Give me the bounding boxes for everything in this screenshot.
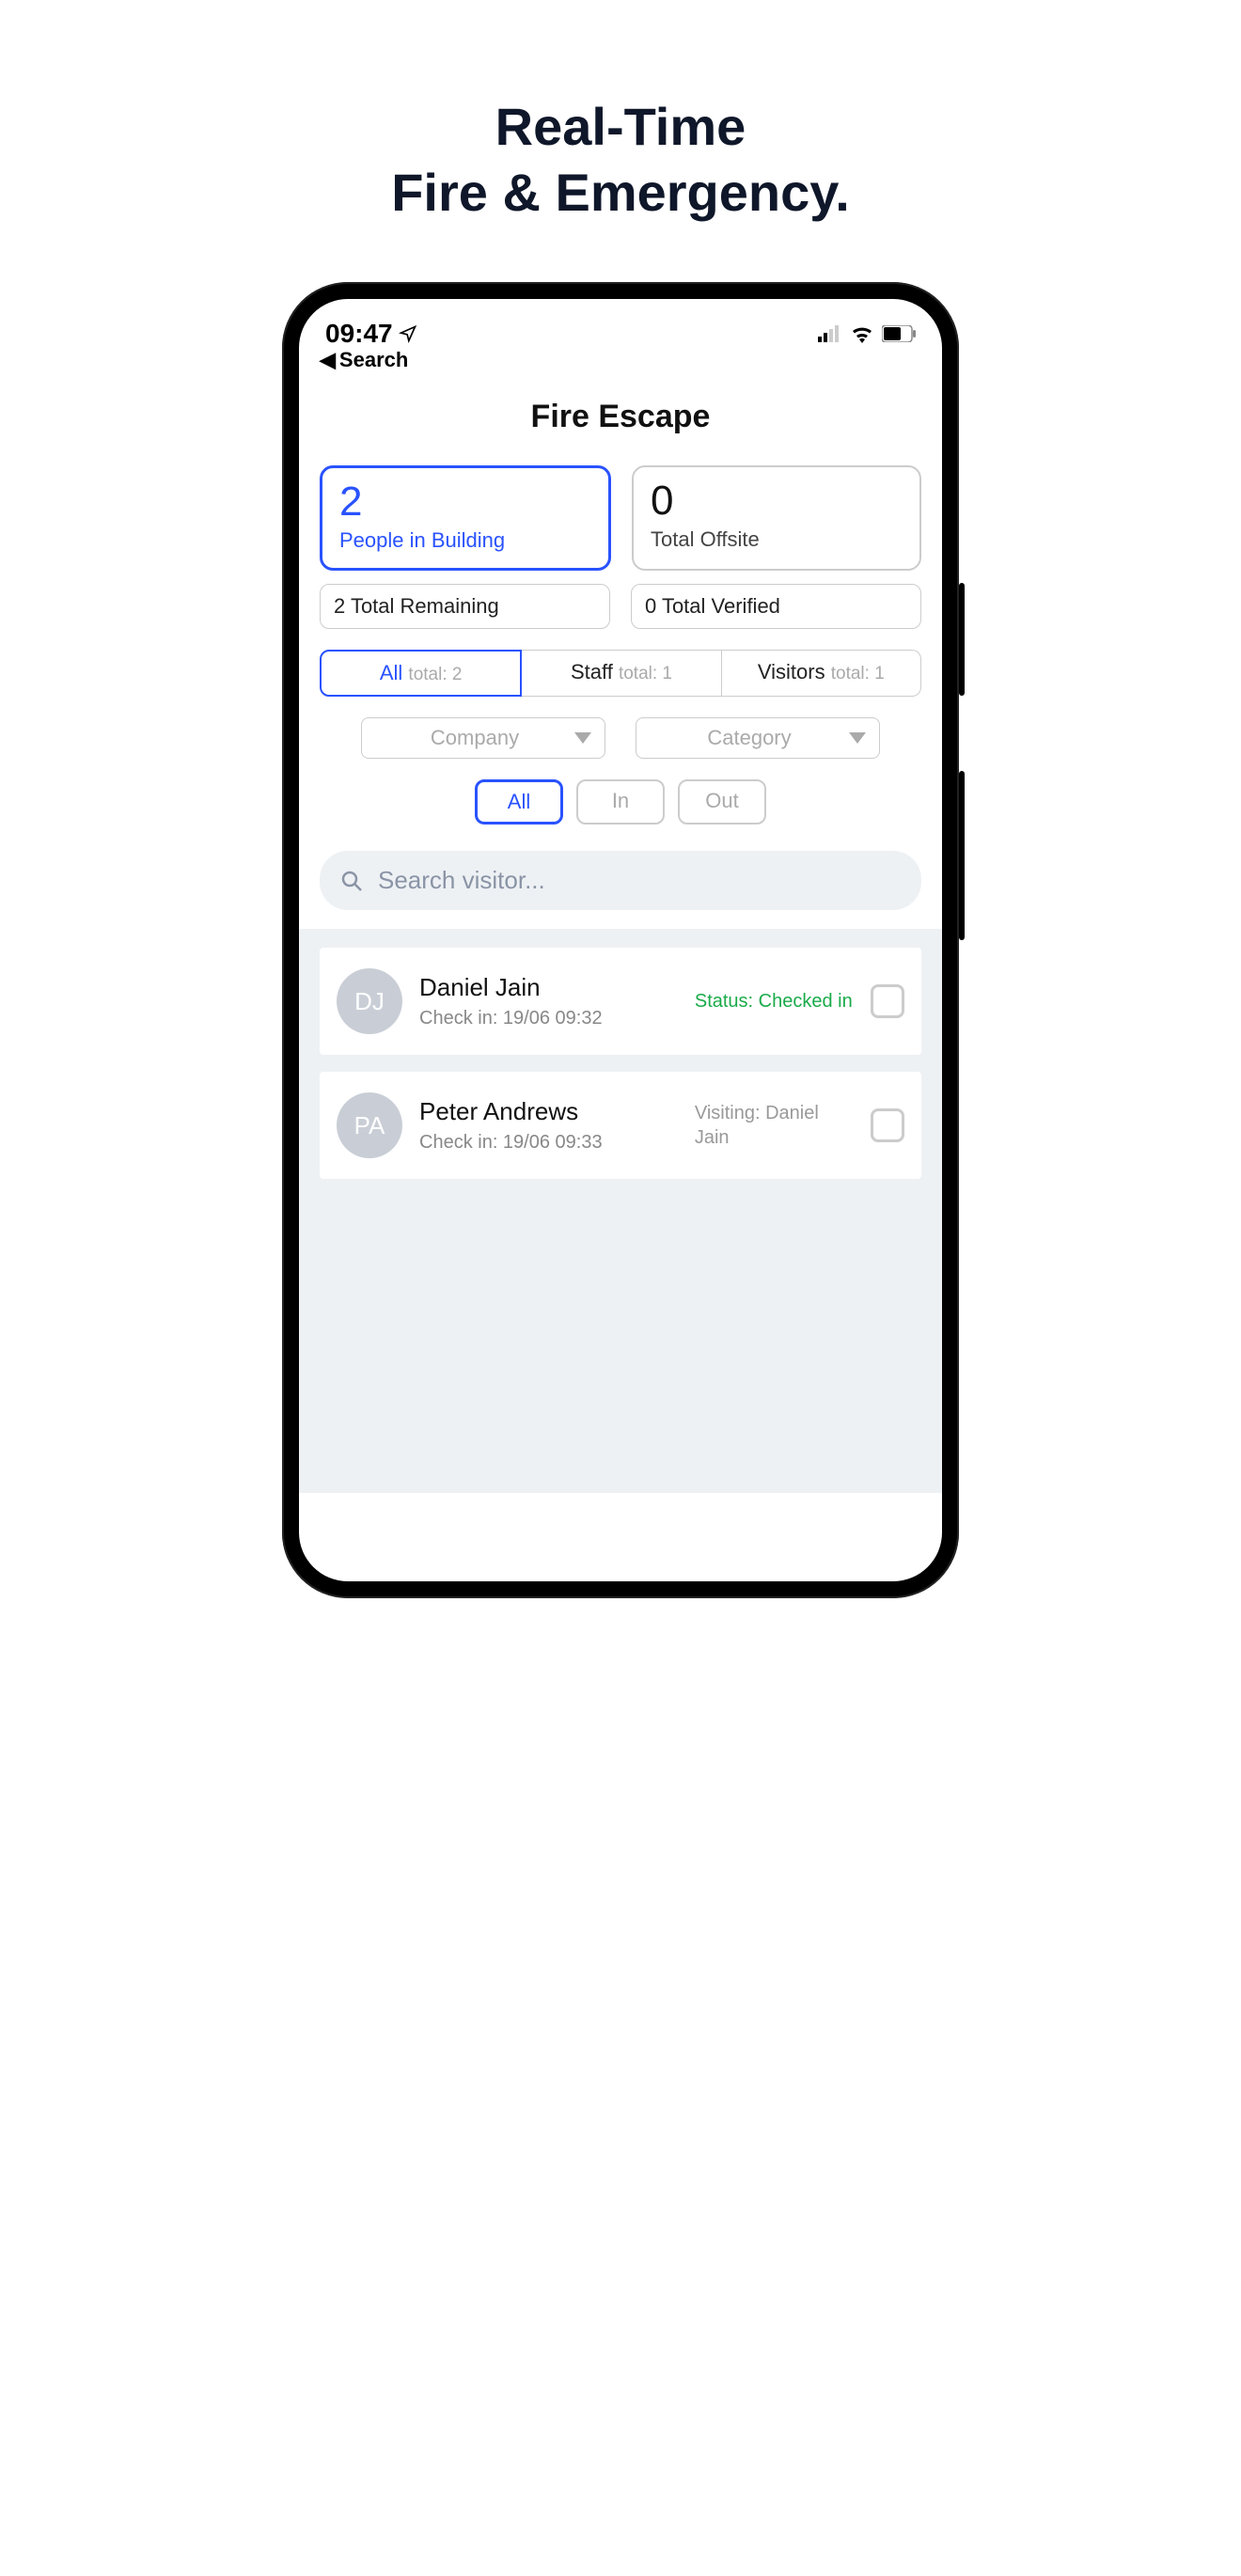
segment-control: All total: 2 Staff total: 1 Visitors tot… [320, 650, 921, 697]
verify-checkbox[interactable] [871, 1108, 904, 1142]
marketing-title: Real-TimeFire & Emergency. [0, 94, 1241, 226]
person-checkin: Check in: 19/06 09:33 [419, 1130, 678, 1154]
dropdown-category[interactable]: Category [636, 717, 880, 759]
filter-all[interactable]: All [475, 779, 563, 825]
chevron-down-icon [574, 732, 591, 744]
signal-icon [818, 325, 842, 342]
stat-value: 2 [339, 481, 591, 523]
person-checkin: Check in: 19/06 09:32 [419, 1006, 678, 1030]
search-placeholder: Search visitor... [378, 866, 545, 895]
people-list: DJ Daniel Jain Check in: 19/06 09:32 Sta… [299, 929, 942, 1493]
segment-staff[interactable]: Staff total: 1 [522, 650, 721, 697]
stat-label: Total Offsite [651, 527, 903, 552]
search-icon [340, 870, 363, 892]
dropdown-company[interactable]: Company [361, 717, 605, 759]
avatar: PA [337, 1092, 402, 1158]
verify-checkbox[interactable] [871, 984, 904, 1018]
back-triangle-icon: ◀ [320, 348, 336, 372]
segment-visitors[interactable]: Visitors total: 1 [722, 650, 921, 697]
stat-people-in-building[interactable]: 2 People in Building [320, 465, 611, 571]
stat-value: 0 [651, 480, 903, 522]
person-name: Peter Andrews [419, 1097, 678, 1126]
person-name: Daniel Jain [419, 973, 678, 1002]
count-total-remaining[interactable]: 2 Total Remaining [320, 584, 610, 629]
phone-side-button [959, 583, 965, 696]
location-arrow-icon [399, 324, 417, 343]
phone-frame: 09:47 ◀ Search Fire Escape 2 People in B… [282, 282, 959, 1598]
stat-label: People in Building [339, 528, 591, 553]
avatar: DJ [337, 968, 402, 1034]
battery-icon [882, 325, 916, 342]
stat-total-offsite[interactable]: 0 Total Offsite [632, 465, 921, 571]
person-status: Visiting: Daniel Jain [695, 1101, 854, 1150]
person-status: Status: Checked in [695, 989, 854, 1013]
person-row[interactable]: DJ Daniel Jain Check in: 19/06 09:32 Sta… [320, 948, 921, 1055]
count-total-verified[interactable]: 0 Total Verified [631, 584, 921, 629]
status-time: 09:47 [325, 319, 417, 349]
chevron-down-icon [849, 732, 866, 744]
status-icons [818, 324, 916, 343]
phone-screen: 09:47 ◀ Search Fire Escape 2 People in B… [299, 299, 942, 1581]
filter-in[interactable]: In [576, 779, 665, 825]
page-title: Fire Escape [320, 399, 921, 435]
segment-all[interactable]: All total: 2 [320, 650, 522, 697]
search-input[interactable]: Search visitor... [320, 851, 921, 910]
filter-out[interactable]: Out [678, 779, 766, 825]
person-row[interactable]: PA Peter Andrews Check in: 19/06 09:33 V… [320, 1072, 921, 1179]
back-to-search[interactable]: ◀ Search [320, 348, 408, 372]
phone-side-button [959, 771, 965, 940]
wifi-icon [850, 324, 874, 343]
